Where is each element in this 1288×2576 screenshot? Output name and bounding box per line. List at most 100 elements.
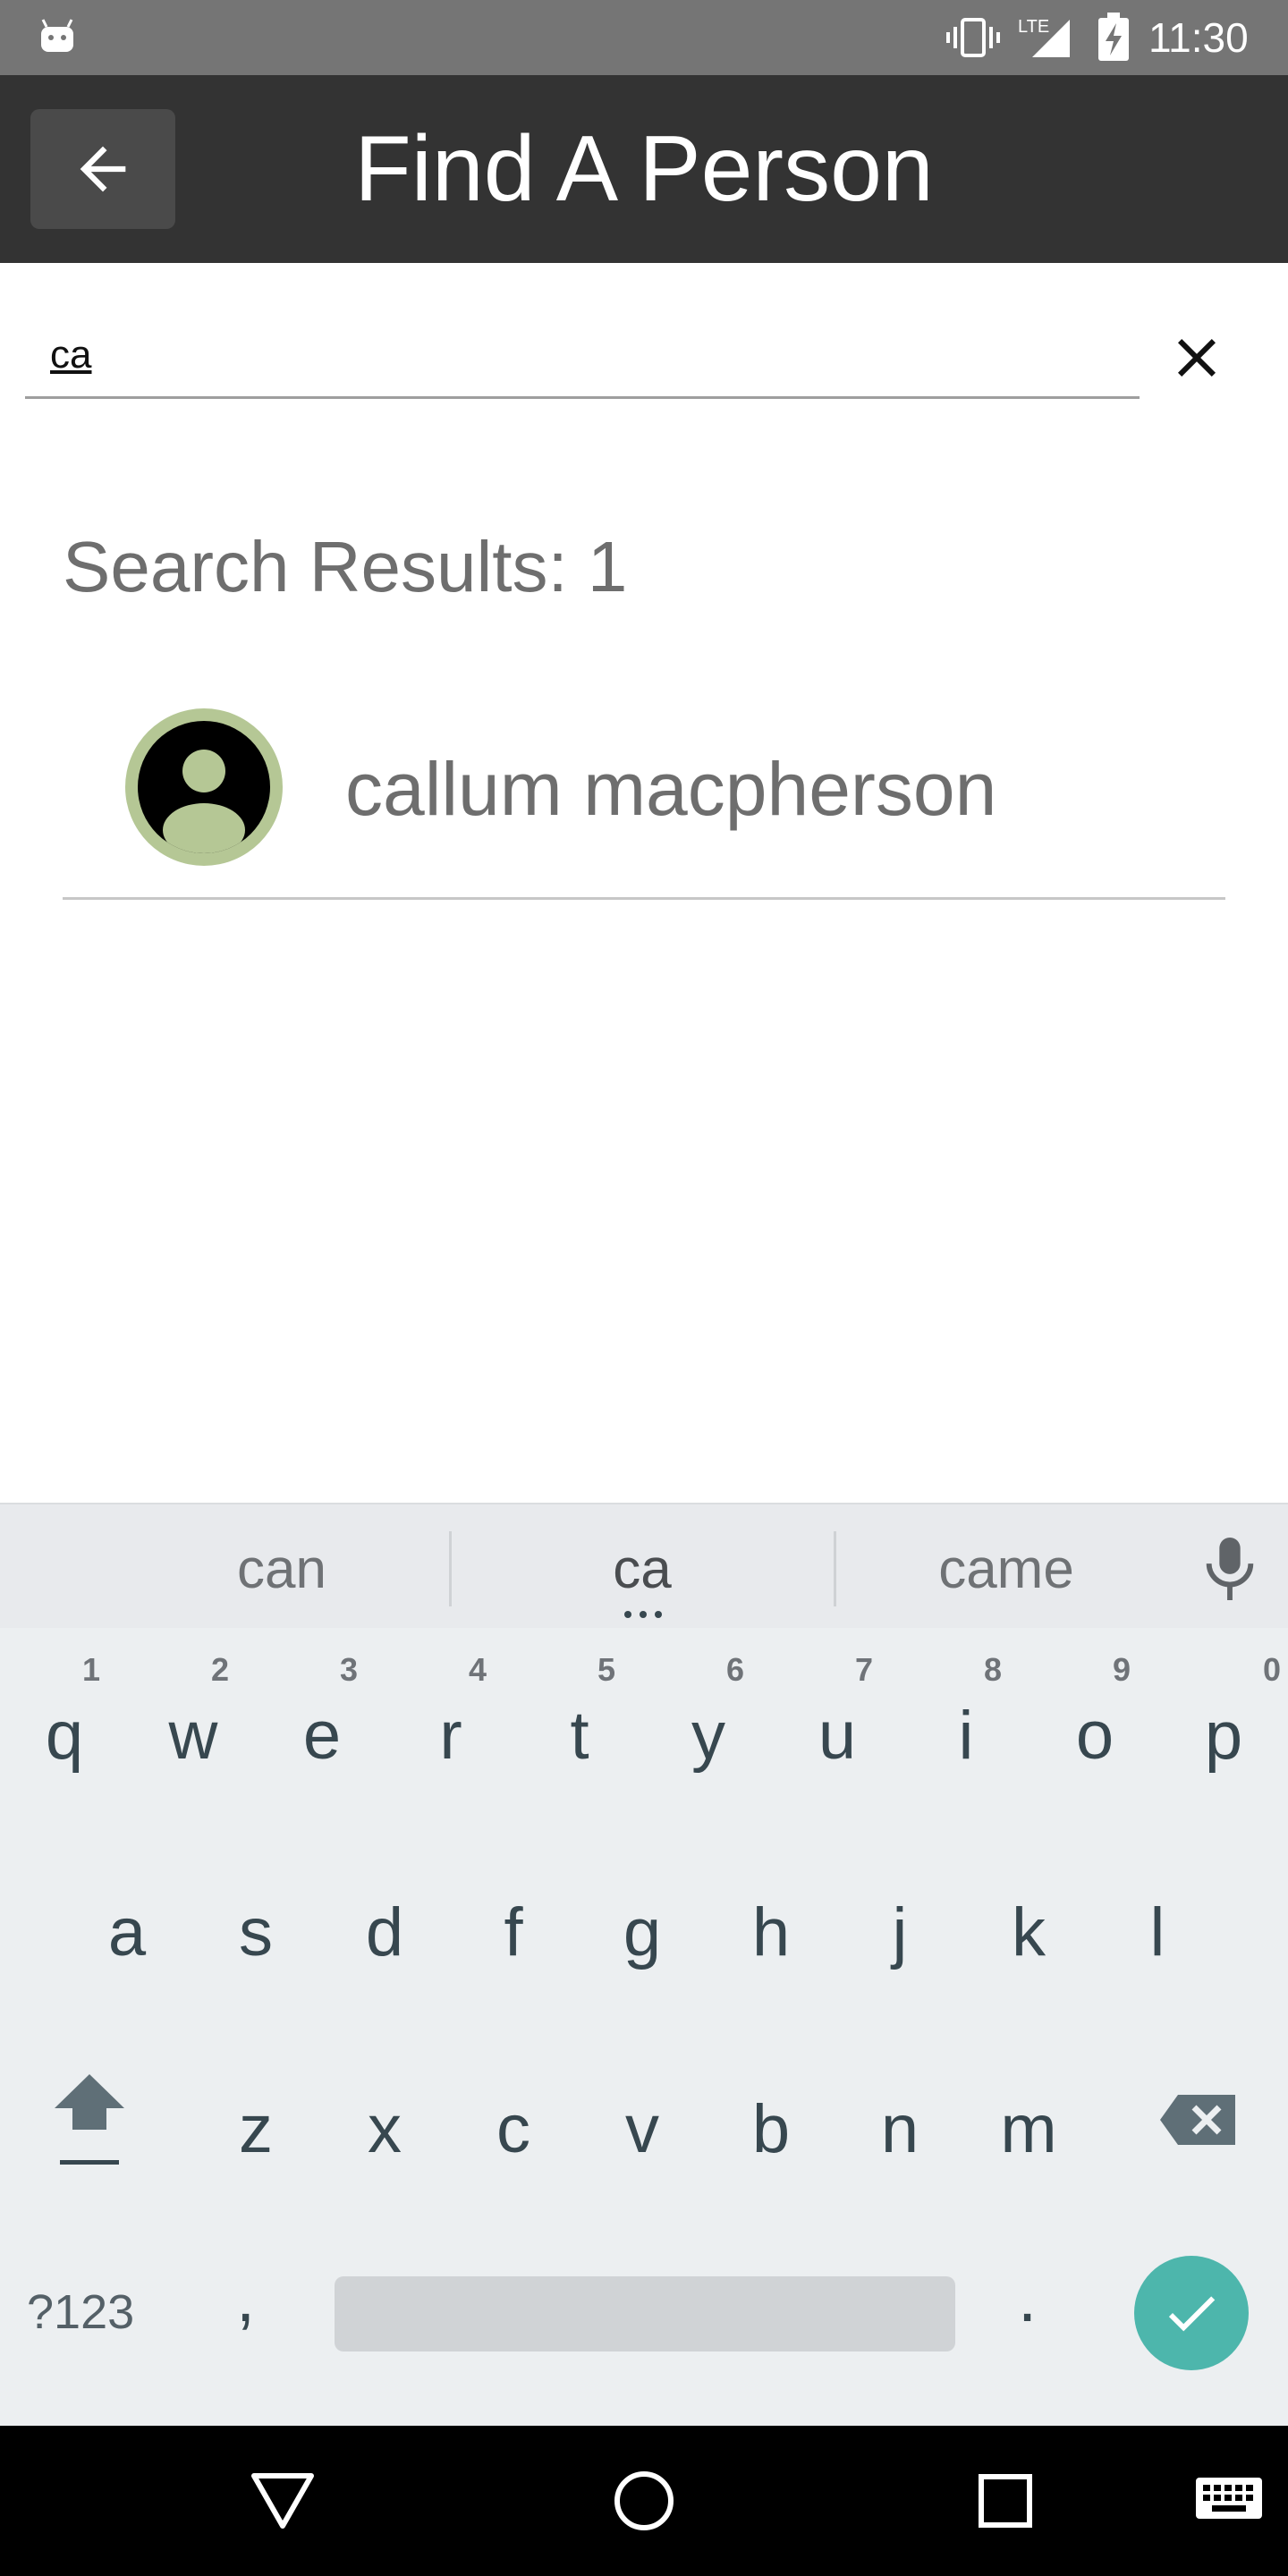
nav-home-button[interactable] bbox=[605, 2462, 683, 2540]
key-letter: s bbox=[239, 1894, 273, 1970]
symbols-key[interactable]: ?123 bbox=[27, 2272, 134, 2352]
key-letter: w bbox=[168, 1697, 218, 1774]
key-letter: e bbox=[302, 1697, 342, 1774]
key-letter: j bbox=[892, 1894, 908, 1970]
arrow-left-icon bbox=[80, 146, 126, 192]
key-c[interactable]: c bbox=[451, 2030, 576, 2209]
battery-charging-icon bbox=[1098, 13, 1129, 61]
key-k[interactable]: k bbox=[966, 1834, 1091, 2012]
key-hint: 4 bbox=[468, 1651, 487, 1688]
key-h[interactable]: h bbox=[708, 1834, 834, 2012]
suggestion-came[interactable]: came bbox=[835, 1504, 1177, 1630]
key-e[interactable]: 3e bbox=[259, 1637, 385, 1816]
person-icon bbox=[138, 721, 270, 853]
key-hint: 8 bbox=[983, 1651, 1002, 1688]
key-letter: k bbox=[1012, 1894, 1046, 1970]
key-r[interactable]: 4r bbox=[388, 1637, 513, 1816]
key-letter: r bbox=[439, 1697, 462, 1774]
square-recents-icon bbox=[979, 2474, 1032, 2528]
key-g[interactable]: g bbox=[580, 1834, 705, 2012]
key-letter: x bbox=[368, 2090, 402, 2167]
page-title: Find A Person bbox=[354, 117, 934, 221]
key-u[interactable]: 7u bbox=[775, 1637, 900, 1816]
key-m[interactable]: m bbox=[966, 2030, 1091, 2209]
backspace-icon bbox=[1160, 2095, 1235, 2145]
backspace-key[interactable] bbox=[1136, 2030, 1261, 2209]
key-letter: q bbox=[45, 1697, 84, 1774]
key-o[interactable]: 9o bbox=[1032, 1637, 1157, 1816]
status-clock: 11:30 bbox=[1148, 14, 1249, 61]
comma-key[interactable]: , bbox=[236, 2259, 255, 2337]
status-bar: LTE 11:30 bbox=[0, 0, 1288, 75]
key-letter: c bbox=[496, 2090, 530, 2167]
suggestion-can[interactable]: can bbox=[63, 1504, 501, 1630]
key-q[interactable]: 1q bbox=[2, 1637, 127, 1816]
key-letter: m bbox=[1000, 2090, 1057, 2167]
triangle-back-icon bbox=[251, 2473, 314, 2529]
close-icon bbox=[1178, 339, 1216, 377]
search-input-text: ca bbox=[50, 333, 92, 377]
key-letter: u bbox=[818, 1697, 857, 1774]
key-v[interactable]: v bbox=[580, 2030, 705, 2209]
shift-icon bbox=[55, 2074, 124, 2165]
mic-icon[interactable] bbox=[1199, 1531, 1261, 1606]
key-letter: g bbox=[623, 1894, 662, 1970]
key-z[interactable]: z bbox=[193, 2030, 318, 2209]
key-letter: z bbox=[239, 2090, 273, 2167]
results-count-label: Search Results: 1 bbox=[63, 527, 628, 606]
key-letter: d bbox=[365, 1894, 404, 1970]
back-button[interactable] bbox=[30, 109, 175, 229]
lte-signal-icon: LTE bbox=[1016, 13, 1073, 61]
key-hint: 7 bbox=[854, 1651, 873, 1688]
key-letter: p bbox=[1204, 1697, 1243, 1774]
suggestion-strip: can ca came bbox=[0, 1503, 1288, 1628]
key-letter: a bbox=[107, 1894, 147, 1970]
list-item[interactable]: callum macpherson bbox=[63, 698, 1225, 900]
vibrate-icon bbox=[946, 18, 1000, 57]
key-d[interactable]: d bbox=[322, 1834, 447, 2012]
key-a[interactable]: a bbox=[64, 1834, 190, 2012]
key-letter: v bbox=[625, 2090, 659, 2167]
shift-key[interactable] bbox=[27, 2030, 152, 2209]
key-hint: 5 bbox=[597, 1651, 615, 1688]
key-letter: f bbox=[504, 1894, 523, 1970]
keyboard-icon bbox=[1196, 2478, 1262, 2519]
nav-back-button[interactable] bbox=[243, 2462, 322, 2540]
key-hint: 2 bbox=[210, 1651, 229, 1688]
keyboard-switch-button[interactable] bbox=[1184, 2462, 1274, 2540]
search-bar: ca bbox=[0, 263, 1288, 442]
soft-keyboard: can ca came 1q 2w 3e 4r 5t 6y 7u 8i 9o 0… bbox=[0, 1503, 1288, 2426]
key-l[interactable]: l bbox=[1095, 1834, 1220, 2012]
key-t[interactable]: 5t bbox=[517, 1637, 642, 1816]
check-icon bbox=[1168, 2296, 1216, 2332]
android-icon bbox=[41, 19, 73, 52]
circle-home-icon bbox=[614, 2471, 674, 2530]
key-s[interactable]: s bbox=[193, 1834, 318, 2012]
period-key[interactable]: . bbox=[1018, 2259, 1037, 2337]
key-letter: l bbox=[1149, 1894, 1165, 1970]
key-i[interactable]: 8i bbox=[903, 1637, 1029, 1816]
key-p[interactable]: 0p bbox=[1161, 1637, 1286, 1816]
key-letter: i bbox=[958, 1697, 974, 1774]
spacebar[interactable] bbox=[335, 2276, 955, 2351]
key-w[interactable]: 2w bbox=[131, 1637, 256, 1816]
key-letter: n bbox=[880, 2090, 919, 2167]
key-letter: b bbox=[751, 2090, 791, 2167]
search-input[interactable] bbox=[25, 309, 1140, 399]
clear-search-button[interactable] bbox=[1161, 322, 1233, 394]
key-j[interactable]: j bbox=[837, 1834, 962, 2012]
key-x[interactable]: x bbox=[322, 2030, 447, 2209]
more-suggestions-icon bbox=[624, 1611, 662, 1618]
done-key[interactable] bbox=[1134, 2256, 1249, 2370]
key-b[interactable]: b bbox=[708, 2030, 834, 2209]
avatar bbox=[125, 708, 283, 866]
key-n[interactable]: n bbox=[837, 2030, 962, 2209]
key-letter: t bbox=[570, 1697, 589, 1774]
key-f[interactable]: f bbox=[451, 1834, 576, 2012]
key-hint: 6 bbox=[725, 1651, 744, 1688]
nav-recents-button[interactable] bbox=[966, 2462, 1045, 2540]
app-bar: Find A Person bbox=[0, 75, 1288, 263]
navigation-bar bbox=[0, 2426, 1288, 2576]
key-hint: 3 bbox=[339, 1651, 358, 1688]
key-y[interactable]: 6y bbox=[646, 1637, 771, 1816]
